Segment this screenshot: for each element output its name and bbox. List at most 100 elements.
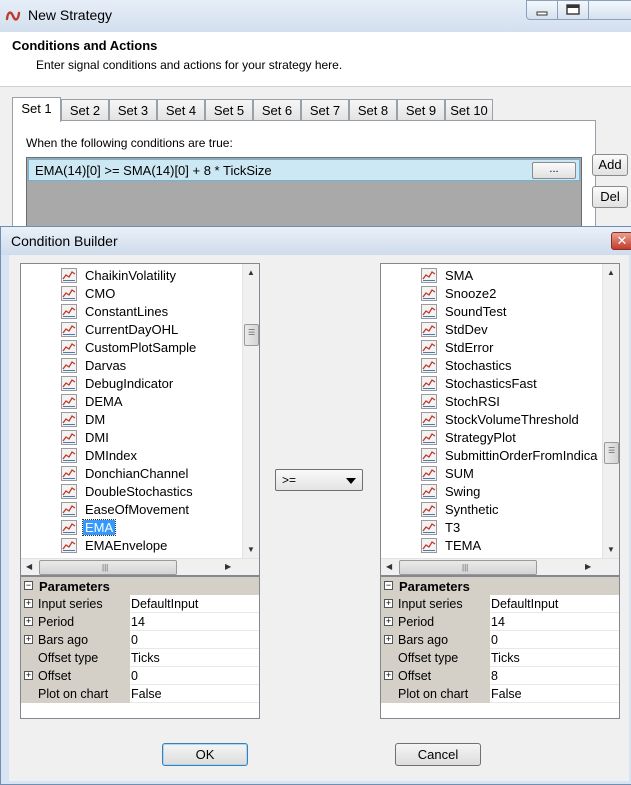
ok-button[interactable]: OK: [162, 743, 248, 766]
list-item[interactable]: ChaikinVolatility: [61, 267, 241, 285]
parameter-row[interactable]: + Bars ago 0: [21, 631, 259, 649]
minimize-button[interactable]: [526, 0, 558, 20]
list-item[interactable]: DEMA: [61, 393, 241, 411]
list-item[interactable]: SoundTest: [421, 303, 601, 321]
list-item[interactable]: StdDev: [421, 321, 601, 339]
scroll-right-icon[interactable]: ▶: [225, 562, 231, 571]
list-item[interactable]: DM: [61, 411, 241, 429]
list-item[interactable]: TEMA: [421, 537, 601, 555]
list-item[interactable]: SUM: [421, 465, 601, 483]
parameter-row[interactable]: + Offset 8: [381, 667, 619, 685]
parameter-value[interactable]: Ticks: [491, 651, 520, 665]
list-item[interactable]: SubmittinOrderFromIndica: [421, 447, 601, 465]
tab-set-9[interactable]: Set 9: [397, 99, 445, 121]
parameter-value[interactable]: 0: [491, 633, 498, 647]
parameter-row[interactable]: + Input series DefaultInput: [21, 595, 259, 613]
list-item[interactable]: Snooze2: [421, 285, 601, 303]
parameter-row[interactable]: + Period 14: [21, 613, 259, 631]
parameter-row[interactable]: + Offset 0: [21, 667, 259, 685]
list-item[interactable]: Synthetic: [421, 501, 601, 519]
parameters-header[interactable]: − Parameters: [21, 577, 259, 595]
expand-icon[interactable]: +: [384, 635, 393, 644]
add-condition-button[interactable]: Add: [592, 154, 628, 176]
list-item[interactable]: StdError: [421, 339, 601, 357]
right-vertical-scrollbar[interactable]: ▲ ☰ ▼: [602, 264, 619, 558]
list-item[interactable]: EMAEnvelope: [61, 537, 241, 555]
list-item[interactable]: DebugIndicator: [61, 375, 241, 393]
hscroll-thumb[interactable]: |||: [39, 560, 177, 575]
left-parameters-grid[interactable]: − Parameters + Input series DefaultInput + P…: [20, 576, 260, 719]
operator-dropdown[interactable]: >=: [275, 469, 363, 491]
expand-icon[interactable]: +: [24, 671, 33, 680]
parameter-row[interactable]: Plot on chart False: [381, 685, 619, 703]
parameter-row[interactable]: + Period 14: [381, 613, 619, 631]
scroll-up-icon[interactable]: ▲: [247, 268, 255, 277]
list-item[interactable]: DMIndex: [61, 447, 241, 465]
parameter-row[interactable]: Offset type Ticks: [381, 649, 619, 667]
close-dialog-button[interactable]: ✕: [611, 232, 631, 250]
window-titlebar[interactable]: New Strategy: [0, 0, 631, 32]
scroll-left-icon[interactable]: ◀: [26, 562, 32, 571]
parameter-row[interactable]: Plot on chart False: [21, 685, 259, 703]
right-horizontal-scrollbar[interactable]: ◀ ||| ▶: [381, 558, 619, 575]
parameter-value[interactable]: 0: [131, 669, 138, 683]
list-item[interactable]: CMO: [61, 285, 241, 303]
tab-set-3[interactable]: Set 3: [109, 99, 157, 121]
parameter-value[interactable]: 8: [491, 669, 498, 683]
parameter-value[interactable]: 14: [491, 615, 505, 629]
list-item[interactable]: CurrentDayOHL: [61, 321, 241, 339]
scroll-down-icon[interactable]: ▼: [247, 545, 255, 554]
collapse-icon[interactable]: −: [24, 581, 33, 590]
expand-icon[interactable]: +: [384, 671, 393, 680]
scroll-down-icon[interactable]: ▼: [607, 545, 615, 554]
dialog-titlebar[interactable]: Condition Builder ✕: [1, 227, 631, 255]
parameter-row[interactable]: + Bars ago 0: [381, 631, 619, 649]
list-item[interactable]: ConstantLines: [61, 303, 241, 321]
cancel-button[interactable]: Cancel: [395, 743, 481, 766]
list-item[interactable]: DoubleStochastics: [61, 483, 241, 501]
parameters-header[interactable]: − Parameters: [381, 577, 619, 595]
delete-condition-button[interactable]: Del: [592, 186, 628, 208]
list-item[interactable]: Stochastics: [421, 357, 601, 375]
list-item[interactable]: Darvas: [61, 357, 241, 375]
list-item[interactable]: SMA: [421, 267, 601, 285]
scroll-right-icon[interactable]: ▶: [585, 562, 591, 571]
list-item[interactable]: StochRSI: [421, 393, 601, 411]
condition-row[interactable]: EMA(14)[0] >= SMA(14)[0] + 8 * TickSize …: [28, 159, 580, 181]
expand-icon[interactable]: +: [24, 617, 33, 626]
tab-set-10[interactable]: Set 10: [445, 99, 493, 121]
list-item[interactable]: DMI: [61, 429, 241, 447]
tab-set-7[interactable]: Set 7: [301, 99, 349, 121]
expand-icon[interactable]: +: [384, 617, 393, 626]
edit-condition-button[interactable]: ...: [532, 162, 576, 179]
tab-set-5[interactable]: Set 5: [205, 99, 253, 121]
expand-icon[interactable]: +: [24, 635, 33, 644]
scroll-left-icon[interactable]: ◀: [386, 562, 392, 571]
left-horizontal-scrollbar[interactable]: ◀ ||| ▶: [21, 558, 259, 575]
close-window-button[interactable]: [588, 0, 631, 20]
list-item[interactable]: StockVolumeThreshold: [421, 411, 601, 429]
left-vertical-scrollbar[interactable]: ▲ ☰ ▼: [242, 264, 259, 558]
parameter-value[interactable]: Ticks: [131, 651, 160, 665]
left-indicator-list[interactable]: ChaikinVolatility CMO ConstantLines Current…: [20, 263, 260, 576]
tab-set-6[interactable]: Set 6: [253, 99, 301, 121]
list-item[interactable]: StochasticsFast: [421, 375, 601, 393]
parameter-value[interactable]: 14: [131, 615, 145, 629]
right-parameters-grid[interactable]: − Parameters + Input series DefaultInput + P…: [380, 576, 620, 719]
scroll-thumb[interactable]: ☰: [604, 442, 619, 464]
expand-icon[interactable]: +: [24, 599, 33, 608]
tab-set-2[interactable]: Set 2: [61, 99, 109, 121]
hscroll-thumb[interactable]: |||: [399, 560, 537, 575]
list-item[interactable]: StrategyPlot: [421, 429, 601, 447]
tab-set-8[interactable]: Set 8: [349, 99, 397, 121]
collapse-icon[interactable]: −: [384, 581, 393, 590]
parameter-value[interactable]: False: [131, 687, 162, 701]
parameter-value[interactable]: 0: [131, 633, 138, 647]
expand-icon[interactable]: +: [384, 599, 393, 608]
tab-set-4[interactable]: Set 4: [157, 99, 205, 121]
right-indicator-list[interactable]: SMA Snooze2 SoundTest StdDev StdError Stochas…: [380, 263, 620, 576]
list-item[interactable]: EaseOfMovement: [61, 501, 241, 519]
list-item[interactable]: DonchianChannel: [61, 465, 241, 483]
list-item[interactable]: T3: [421, 519, 601, 537]
scroll-thumb[interactable]: ☰: [244, 324, 259, 346]
